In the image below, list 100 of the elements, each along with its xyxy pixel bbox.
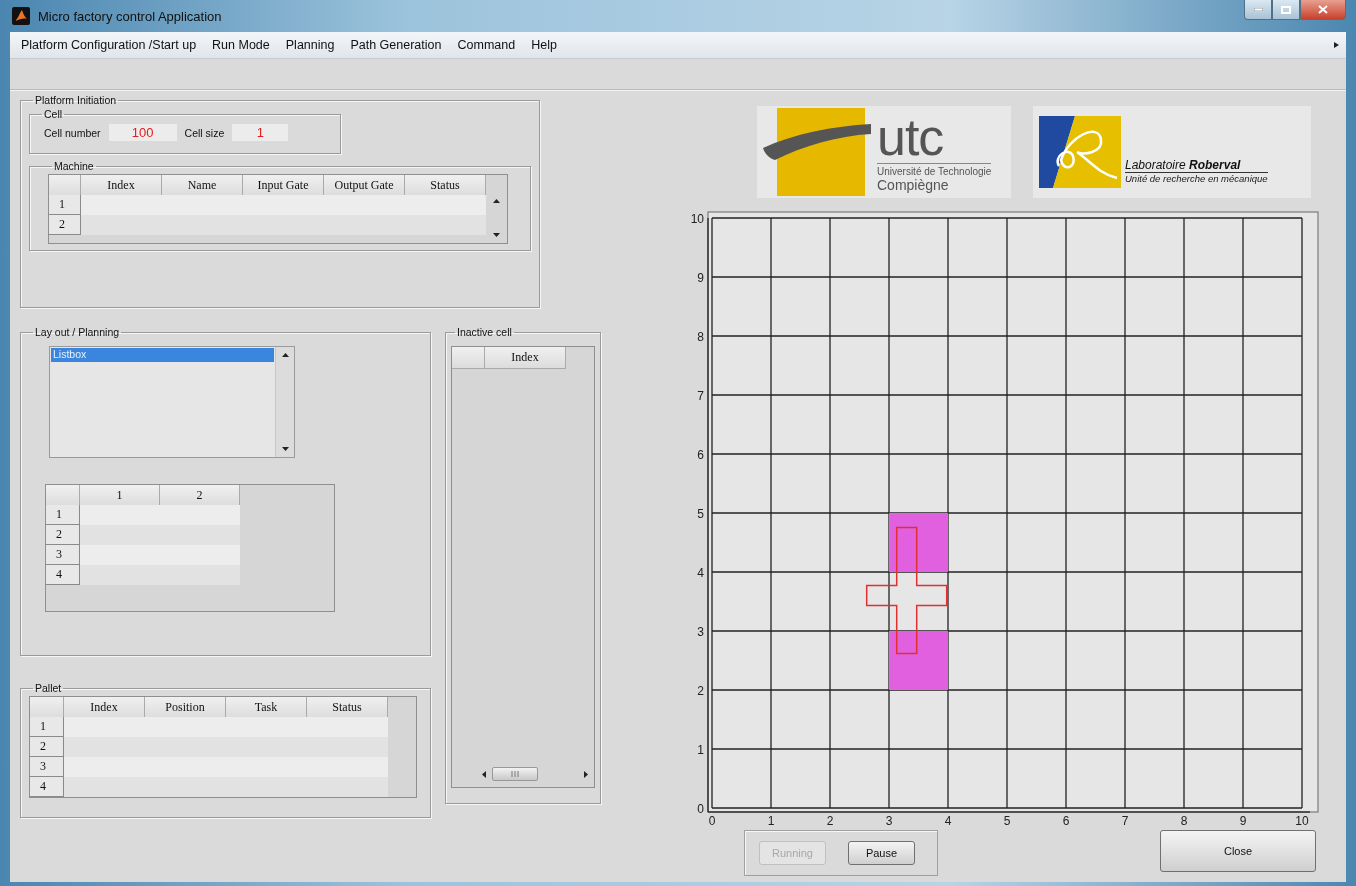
row-header[interactable]: 4	[46, 565, 80, 585]
menu-item[interactable]: Run Mode	[204, 38, 278, 52]
letter-logo-icon	[1039, 116, 1121, 188]
lab-name: Laboratoire Roberval	[1125, 158, 1268, 173]
menu-item[interactable]: Platform Configuration /Start up	[13, 38, 205, 52]
row-header[interactable]: 4	[30, 777, 64, 797]
row-header[interactable]: 2	[49, 215, 81, 235]
scroll-down-icon[interactable]	[493, 233, 500, 237]
close-icon	[1318, 5, 1328, 14]
tick-label: 3	[697, 625, 704, 639]
tick-label: 4	[944, 814, 952, 826]
table-cell[interactable]	[81, 215, 162, 235]
scroll-down-icon[interactable]	[281, 447, 289, 451]
tick-label: 10	[690, 212, 704, 226]
column-header[interactable]: 1	[80, 485, 160, 507]
row-header[interactable]: 2	[46, 525, 80, 545]
scroll-up-icon[interactable]	[281, 353, 289, 357]
group-title: Cell	[43, 108, 64, 120]
column-header[interactable]: Task	[226, 697, 307, 719]
tick-label: 1	[767, 814, 775, 826]
header-corner	[49, 175, 81, 197]
header-corner	[46, 485, 80, 507]
group-title: Lay out / Planning	[34, 326, 121, 338]
tick-label: 9	[697, 271, 704, 285]
tick-label: 2	[697, 684, 704, 698]
header-corner	[452, 347, 485, 369]
control-button[interactable]: Pause	[848, 841, 915, 865]
maximize-icon	[1281, 5, 1291, 14]
close-window-button[interactable]	[1300, 0, 1346, 20]
table-cell[interactable]	[80, 545, 160, 565]
logo-subtitle: Compiègne	[877, 178, 950, 193]
field-label: Cell size	[184, 126, 225, 139]
app-icon	[12, 7, 30, 25]
group-title: Pallet	[34, 682, 63, 694]
row-header[interactable]: 1	[49, 195, 81, 215]
overflow-arrow-icon[interactable]	[1334, 42, 1339, 48]
group-title: Machine	[53, 160, 95, 172]
table-cell[interactable]	[64, 737, 145, 757]
tick-label: 3	[885, 814, 893, 826]
column-header[interactable]: Index	[485, 347, 566, 369]
table-cell[interactable]	[80, 525, 160, 545]
table-cell[interactable]	[307, 717, 388, 737]
tick-label: 0	[708, 814, 716, 826]
group-title: Inactive cell	[456, 326, 513, 338]
logo-wordmark: utc	[877, 111, 945, 163]
tick-label: 10	[1295, 814, 1309, 826]
table-cell[interactable]	[81, 195, 162, 215]
scroll-left-icon[interactable]	[482, 770, 486, 778]
tick-label: 8	[1180, 814, 1188, 826]
tick-label: 7	[1121, 814, 1129, 826]
value-field[interactable]: 100	[108, 124, 177, 141]
tick-label: 0	[697, 802, 704, 816]
table-cell[interactable]	[80, 505, 160, 525]
table-cell[interactable]	[80, 565, 160, 585]
column-header[interactable]: Output Gate	[324, 175, 405, 197]
column-header[interactable]: Name	[162, 175, 243, 197]
tick-label: 6	[697, 448, 704, 462]
menu-item[interactable]: Planning	[277, 38, 343, 52]
table-cell[interactable]	[405, 195, 486, 215]
logo-subtitle: Université de Technologie	[877, 163, 992, 178]
column-header[interactable]: Input Gate	[243, 175, 324, 197]
row-header[interactable]: 1	[30, 717, 64, 737]
row-header[interactable]: 1	[46, 505, 80, 525]
column-header[interactable]: Index	[81, 175, 162, 197]
column-header[interactable]: Status	[405, 175, 486, 197]
value-field[interactable]: 1	[232, 124, 289, 141]
menu-item[interactable]: Command	[449, 38, 524, 52]
table-cell[interactable]	[307, 777, 388, 797]
tick-label: 4	[697, 566, 704, 580]
row-header[interactable]: 3	[46, 545, 80, 565]
minimize-icon	[1253, 8, 1263, 11]
column-header[interactable]: Status	[307, 697, 388, 719]
column-header[interactable]: Position	[145, 697, 226, 719]
close-button[interactable]: Close	[1160, 830, 1316, 872]
row-header[interactable]: 2	[30, 737, 64, 757]
table-cell[interactable]	[64, 717, 145, 737]
table-cell[interactable]	[160, 505, 240, 525]
table-cell[interactable]	[64, 777, 145, 797]
tick-label: 5	[1003, 814, 1011, 826]
swoosh-logo-icon	[763, 108, 873, 196]
maximize-button[interactable]	[1272, 0, 1300, 20]
row-header[interactable]: 3	[30, 757, 64, 777]
scroll-up-icon[interactable]	[493, 199, 500, 203]
tick-label: 2	[826, 814, 834, 826]
menu-item[interactable]: Help	[523, 38, 565, 52]
tick-label: 8	[697, 330, 704, 344]
scroll-right-icon[interactable]	[584, 770, 588, 778]
header-corner	[30, 697, 64, 719]
menu-item[interactable]: Path Generation	[342, 38, 450, 52]
tick-label: 9	[1239, 814, 1247, 826]
tick-label: 7	[697, 389, 704, 403]
column-header[interactable]: Index	[64, 697, 145, 719]
table-cell[interactable]	[64, 757, 145, 777]
group-title: Platform Initiation	[34, 94, 118, 106]
lab-subtitle: Unité de recherche en mécanique	[1125, 173, 1268, 184]
column-header[interactable]: 2	[160, 485, 240, 507]
tick-label: 6	[1062, 814, 1070, 826]
scrollbar-thumb[interactable]	[492, 767, 538, 781]
minimize-button[interactable]	[1244, 0, 1272, 20]
window-title: Micro factory control Application	[38, 8, 222, 24]
